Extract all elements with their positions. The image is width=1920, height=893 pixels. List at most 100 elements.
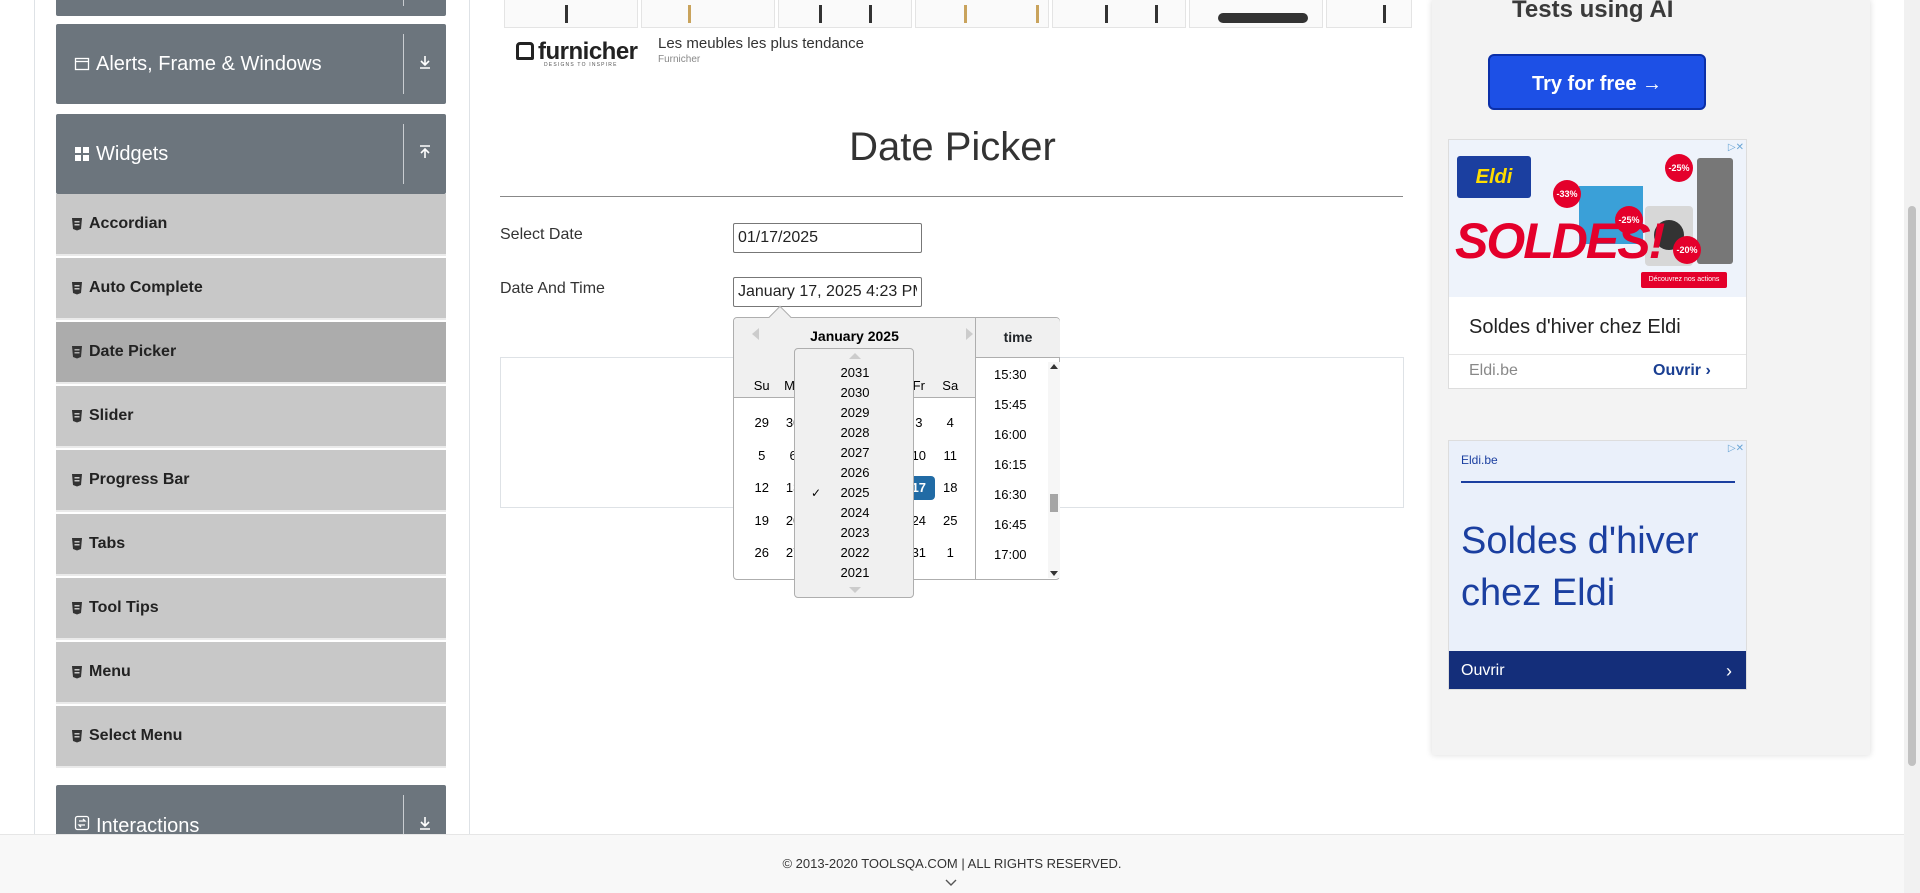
adchoices-icon[interactable]: ▷✕ <box>1728 443 1744 454</box>
divider <box>403 124 404 184</box>
sidebar-group-interactions[interactable]: Interactions <box>56 785 446 834</box>
year-option[interactable]: 2030 <box>795 383 915 403</box>
year-label: 2025 <box>840 485 870 500</box>
right-ad-column: Tests using AI Try for free → Eldi SOLDE… <box>1432 0 1870 755</box>
sidebar-item-label: Tabs <box>89 535 126 552</box>
sidebar-item-slider[interactable]: Slider <box>56 386 446 448</box>
year-option[interactable]: 2021 <box>795 563 915 583</box>
calendar-day[interactable]: 11 <box>935 444 966 468</box>
year-label: 2031 <box>840 365 870 380</box>
widgets-icon <box>74 146 90 162</box>
download-arrow-icon[interactable] <box>412 812 438 834</box>
year-option[interactable]: 2023 <box>795 523 915 543</box>
year-option[interactable]: 2026 <box>795 463 915 483</box>
chevron-down-icon[interactable] <box>412 0 438 11</box>
divider <box>1461 481 1735 483</box>
ad-headline: Tests using AI <box>1512 0 1674 23</box>
chair-thumbnail[interactable] <box>778 0 912 28</box>
select-date-input[interactable] <box>733 223 922 253</box>
chair-thumbnail[interactable] <box>915 0 1049 28</box>
eldi-ad-card-2[interactable]: ▷✕ Eldi.be Soldes d'hiver chez Eldi Ouvr… <box>1448 440 1747 690</box>
fridge-image <box>1697 158 1733 264</box>
eldi-domain: Eldi.be <box>1469 362 1518 379</box>
time-scrollbar[interactable] <box>1048 362 1060 578</box>
calendar-day[interactable]: 26 <box>746 541 777 565</box>
download-arrow-icon[interactable] <box>412 51 438 77</box>
content-divider <box>469 0 470 834</box>
year-option[interactable]: 2022 <box>795 543 915 563</box>
chevron-down-icon[interactable] <box>944 875 958 891</box>
adchoices-icon[interactable]: ▷✕ <box>1728 142 1744 153</box>
sidebar-item-auto-complete[interactable]: Auto Complete <box>56 258 446 320</box>
top-ad-banner[interactable]: furnicher DESIGNS TO INSPIRE Les meubles… <box>502 0 1432 70</box>
sidebar-group-widgets[interactable]: Widgets <box>56 114 446 194</box>
year-label: 2028 <box>840 425 870 440</box>
sidebar-item-label: Accordian <box>89 215 168 232</box>
sidebar-item-label: Select Menu <box>89 727 183 744</box>
next-month-icon[interactable] <box>966 328 973 340</box>
sidebar-group-alerts[interactable]: Alerts, Frame & Windows <box>56 24 446 104</box>
year-option-selected[interactable]: ✓ 2025 <box>795 483 915 503</box>
calendar-day[interactable]: 5 <box>746 444 777 468</box>
discount-badge: -33% <box>1553 180 1581 208</box>
interactions-icon <box>74 815 90 831</box>
year-option[interactable]: 2029 <box>795 403 915 423</box>
html-icon <box>72 602 82 615</box>
year-option[interactable]: 2031 <box>795 363 915 383</box>
sidebar-item-label: Progress Bar <box>89 471 190 488</box>
calendar-day[interactable]: 12 <box>746 476 777 500</box>
page-scrollbar[interactable] <box>1904 0 1920 893</box>
discount-badge: -25% <box>1615 206 1643 234</box>
calendar-day[interactable]: 4 <box>935 411 966 435</box>
scroll-thumb[interactable] <box>1050 494 1058 512</box>
scroll-thumb[interactable] <box>1908 206 1916 766</box>
sidebar-item-tool-tips[interactable]: Tool Tips <box>56 578 446 640</box>
title-divider <box>500 196 1403 197</box>
date-time-input[interactable] <box>733 277 922 307</box>
sidebar: Alerts, Frame & Windows Widgets Accordia… <box>56 0 446 834</box>
year-up-icon[interactable] <box>849 353 861 359</box>
calendar-day[interactable]: 29 <box>746 411 777 435</box>
check-icon: ✓ <box>811 486 822 500</box>
year-dropdown: 2031 2030 2029 2028 2027 2026 ✓ 2025 2024… <box>794 348 914 598</box>
year-list: 2031 2030 2029 2028 2027 2026 ✓ 2025 2024… <box>795 363 915 583</box>
year-label: 2021 <box>840 565 870 580</box>
try-for-free-button[interactable]: Try for free → <box>1488 54 1706 110</box>
year-option[interactable]: 2028 <box>795 423 915 443</box>
sidebar-item-date-picker[interactable]: Date Picker <box>56 322 446 384</box>
sidebar-group-title: Interactions <box>96 815 200 834</box>
open-button[interactable]: Ouvrir › <box>1653 362 1711 380</box>
chair-thumbnail[interactable] <box>1326 0 1412 28</box>
eldi-ad-card[interactable]: Eldi SOLDES! -33% -25% -25% -20% Découvr… <box>1448 139 1747 389</box>
scroll-down-icon[interactable] <box>1050 571 1058 576</box>
upload-arrow-icon[interactable] <box>412 141 438 167</box>
ad-headline[interactable]: Les meubles les plus tendance <box>658 35 864 52</box>
chair-thumbnail[interactable] <box>504 0 638 28</box>
year-option[interactable]: 2027 <box>795 443 915 463</box>
calendar-day[interactable]: 25 <box>935 509 966 533</box>
open-button[interactable]: Ouvrir › <box>1449 651 1746 689</box>
divider <box>1449 354 1746 355</box>
sidebar-group-previous[interactable] <box>56 0 446 16</box>
calendar-day[interactable]: 18 <box>935 476 966 500</box>
scroll-up-icon[interactable] <box>1050 364 1058 369</box>
chair-thumbnail[interactable] <box>1052 0 1186 28</box>
house-icon <box>516 42 534 60</box>
sidebar-item-menu[interactable]: Menu <box>56 642 446 704</box>
eldi-ad-headline: Soldes d'hiver chez Eldi <box>1461 520 1699 614</box>
calendar-day[interactable]: 19 <box>746 509 777 533</box>
year-label: 2024 <box>840 505 870 520</box>
year-down-icon[interactable] <box>849 587 861 593</box>
logo-text: furnicher <box>538 38 638 65</box>
eldi-ad-title[interactable]: Soldes d'hiver chez Eldi <box>1469 316 1681 339</box>
chair-thumbnail[interactable] <box>1189 0 1323 28</box>
year-option[interactable]: 2024 <box>795 503 915 523</box>
sidebar-item-progress-bar[interactable]: Progress Bar <box>56 450 446 512</box>
sidebar-item-label: Menu <box>89 663 131 680</box>
sidebar-item-accordian[interactable]: Accordian <box>56 194 446 256</box>
time-header: time <box>976 318 1060 358</box>
chair-thumbnail[interactable] <box>641 0 775 28</box>
calendar-day[interactable]: 1 <box>935 541 966 565</box>
sidebar-item-select-menu[interactable]: Select Menu <box>56 706 446 768</box>
sidebar-item-tabs[interactable]: Tabs <box>56 514 446 576</box>
